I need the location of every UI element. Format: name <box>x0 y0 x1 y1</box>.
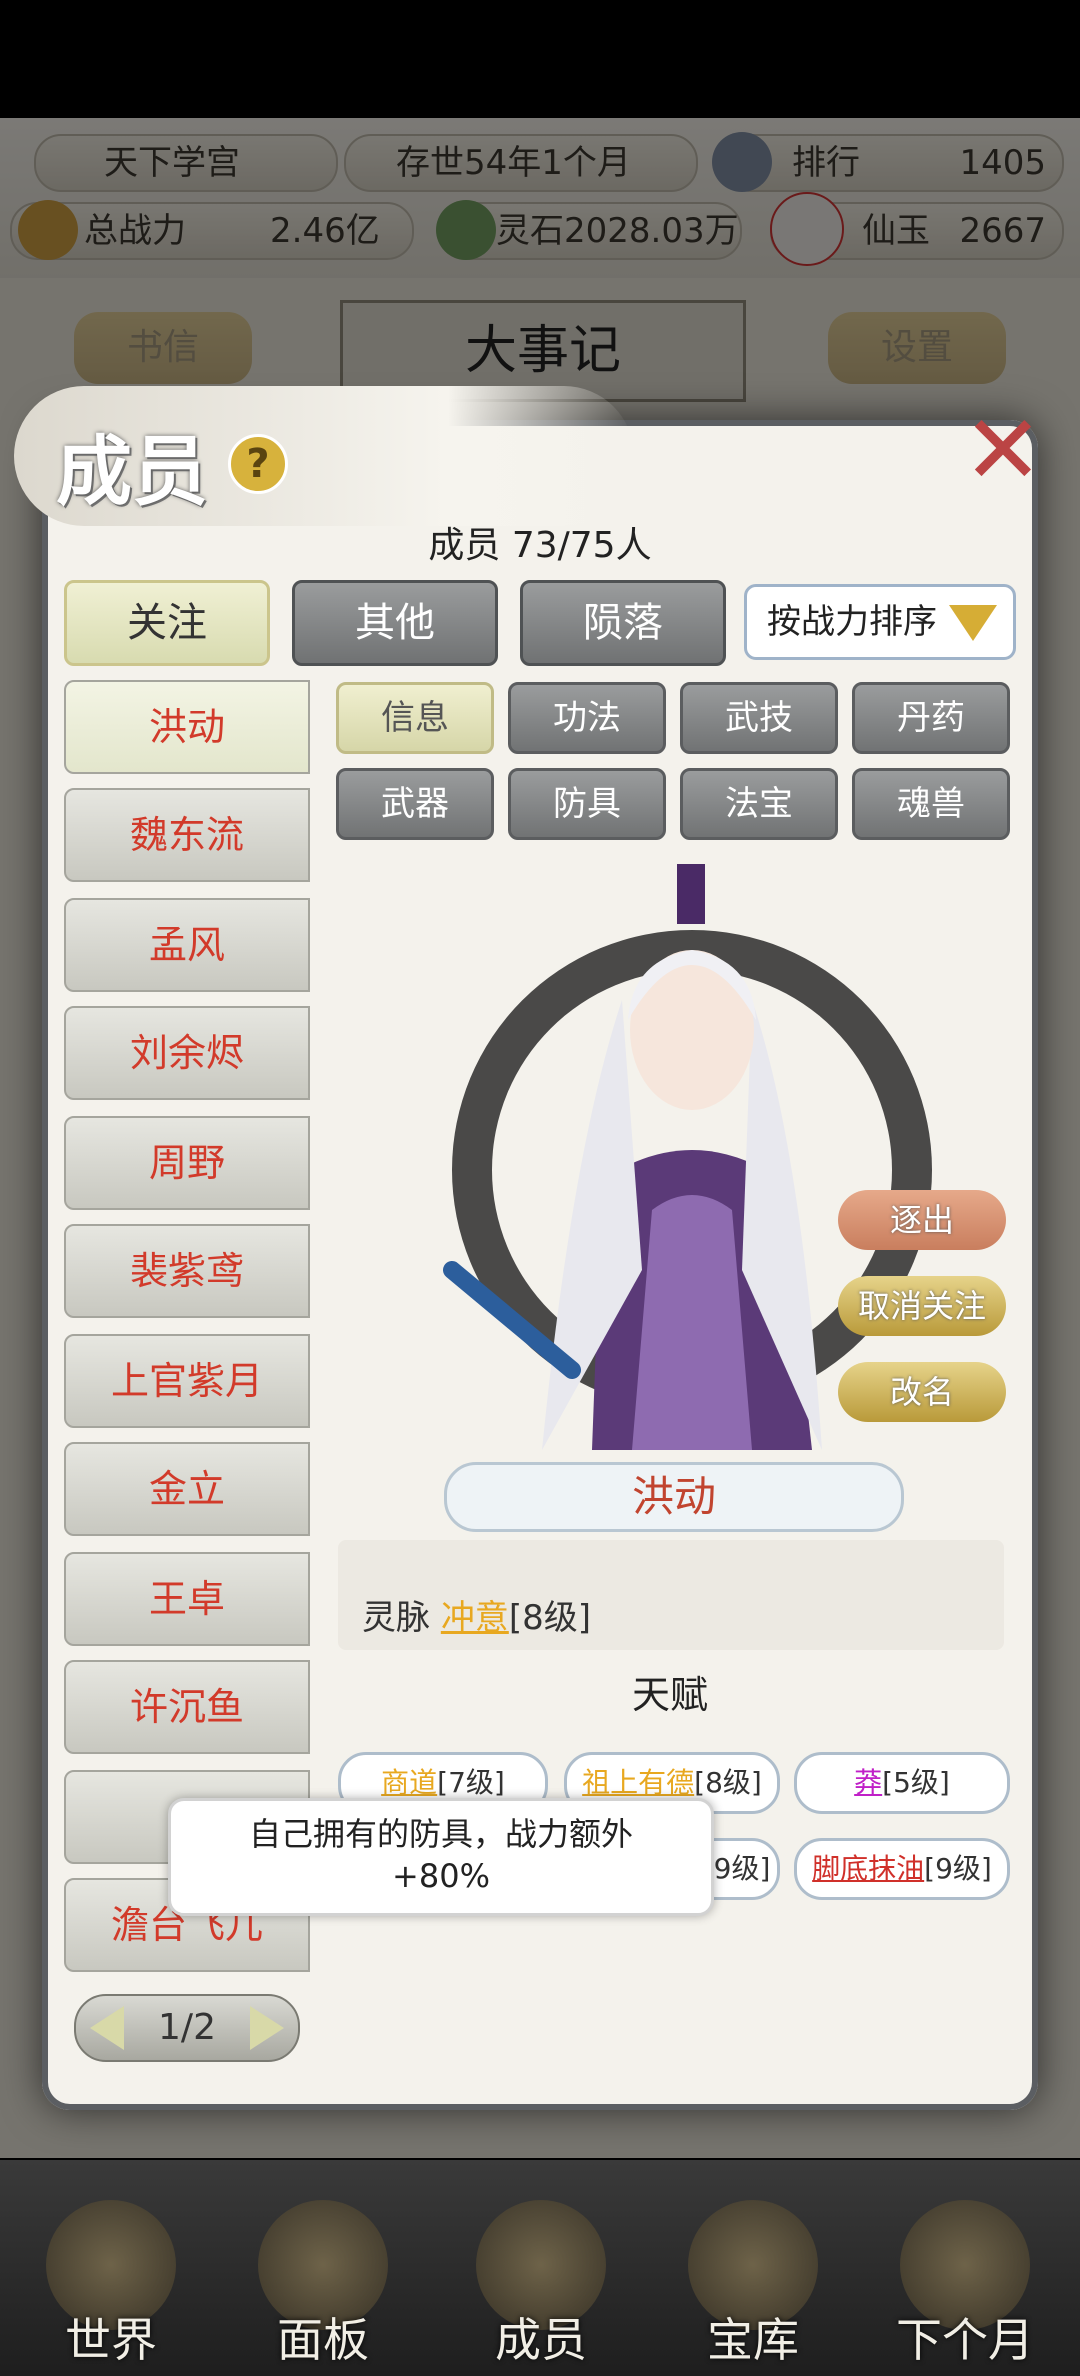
talent-name: 莽 <box>854 1766 883 1799</box>
member-item[interactable]: 王卓 <box>64 1552 310 1646</box>
subtab-soul-beasts[interactable]: 魂兽 <box>852 768 1010 840</box>
tab-others[interactable]: 其他 <box>292 580 498 666</box>
modal-title: 成员 <box>56 427 208 516</box>
subtab-info[interactable]: 信息 <box>336 682 494 754</box>
member-item[interactable]: 裴紫鸢 <box>64 1224 310 1318</box>
member-item[interactable]: 金立 <box>64 1442 310 1536</box>
nav-next-month[interactable]: 下个月 <box>880 2200 1050 2376</box>
talent-badge[interactable]: 莽[5级] <box>794 1752 1010 1814</box>
spirit-vein-value: 冲意 <box>440 1598 509 1638</box>
member-list: 洪动 魏东流 孟风 刘余烬 周野 裴紫鸢 上官紫月 金立 王卓 许沉鱼 炎 澹台… <box>60 672 310 1982</box>
nav-treasury[interactable]: 宝库 <box>668 2200 838 2376</box>
subtab-martial-skills[interactable]: 武技 <box>680 682 838 754</box>
prev-page-icon[interactable] <box>90 2006 124 2050</box>
nav-panel[interactable]: 面板 <box>238 2200 408 2376</box>
sort-dropdown-label: 按战力排序 <box>767 602 937 642</box>
subtab-armor[interactable]: 防具 <box>508 768 666 840</box>
tab-followed[interactable]: 关注 <box>64 580 270 666</box>
member-item[interactable]: 上官紫月 <box>64 1334 310 1428</box>
pager: 1/2 <box>74 1994 300 2062</box>
tooltip-line-1: 自己拥有的防具，战力额外 <box>248 1815 633 1853</box>
next-page-icon[interactable] <box>250 2006 284 2050</box>
spirit-vein-row: 灵脉 冲意[8级] <box>362 1590 591 1639</box>
nav-members[interactable]: 成员 <box>456 2200 626 2376</box>
close-button[interactable]: ✕ <box>958 402 1048 498</box>
nav-next-month-label: 下个月 <box>896 2313 1034 2367</box>
member-count: 成员 73/75人 <box>428 525 652 566</box>
unfollow-button[interactable]: 取消关注 <box>838 1276 1006 1336</box>
bottom-nav: 世界 面板 成员 宝库 下个月 <box>0 2160 1080 2376</box>
tab-fallen[interactable]: 陨落 <box>520 580 726 666</box>
subtab-techniques[interactable]: 功法 <box>508 682 666 754</box>
nav-panel-label: 面板 <box>277 2313 369 2367</box>
talent-name: 祖上有德 <box>582 1766 695 1799</box>
rename-button[interactable]: 改名 <box>838 1362 1006 1422</box>
talent-level: [9级] <box>924 1852 992 1885</box>
nav-world[interactable]: 世界 <box>26 2200 196 2376</box>
page-indicator: 1/2 <box>158 2007 216 2048</box>
talent-level: [5级] <box>882 1766 950 1799</box>
subtab-pills[interactable]: 丹药 <box>852 682 1010 754</box>
nav-world-label: 世界 <box>65 2313 157 2367</box>
talent-name: 脚底抹油 <box>812 1852 925 1885</box>
expel-button[interactable]: 逐出 <box>838 1190 1006 1250</box>
talent-level: [7级] <box>437 1766 505 1799</box>
nav-members-label: 成员 <box>495 2313 587 2367</box>
dropdown-arrow-icon <box>949 605 997 641</box>
member-item[interactable]: 周野 <box>64 1116 310 1210</box>
spirit-vein-label: 灵脉 <box>362 1598 430 1638</box>
member-item[interactable]: 刘余烬 <box>64 1006 310 1100</box>
talent-level: [8级] <box>694 1766 762 1799</box>
help-button[interactable]: ? <box>228 434 288 494</box>
member-item[interactable]: 洪动 <box>64 680 310 774</box>
subtab-artifacts[interactable]: 法宝 <box>680 768 838 840</box>
selected-member-name: 洪动 <box>444 1462 904 1532</box>
talent-header: 天赋 <box>631 1673 708 1717</box>
subtab-weapons[interactable]: 武器 <box>336 768 494 840</box>
talent-badge[interactable]: 脚底抹油[9级] <box>794 1838 1010 1900</box>
talent-tooltip: 自己拥有的防具，战力额外 +80% <box>168 1798 714 1916</box>
character-portrait <box>443 864 932 1450</box>
tooltip-line-2: +80% <box>392 1857 490 1895</box>
member-item[interactable]: 孟风 <box>64 898 310 992</box>
member-item[interactable]: 许沉鱼 <box>64 1660 310 1754</box>
member-item[interactable]: 魏东流 <box>64 788 310 882</box>
system-status-bar <box>0 0 1080 118</box>
spirit-vein-level: [8级] <box>508 1598 591 1638</box>
sort-dropdown[interactable]: 按战力排序 <box>744 584 1016 660</box>
nav-treasury-label: 宝库 <box>707 2313 799 2367</box>
talent-name: 商道 <box>381 1766 438 1799</box>
